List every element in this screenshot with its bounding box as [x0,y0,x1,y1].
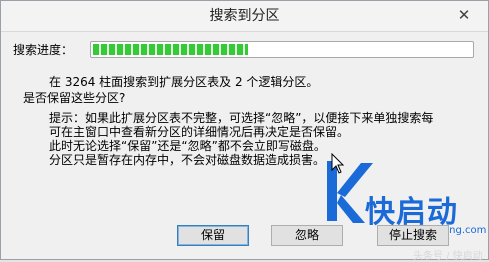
ignore-button[interactable]: 忽略 [271,225,343,246]
message-question: 是否保留这些分区? [23,91,126,105]
mouse-cursor-icon [331,153,345,174]
close-icon[interactable]: ✕ [450,6,478,25]
tip-line: 提示：如果此扩展分区表不完整，可选择“忽略”，以便接下来单独搜索每 [49,111,434,125]
title-bar: 搜索到分区 ✕ [1,1,488,32]
stop-search-button[interactable]: 停止搜索 [377,225,449,246]
tip-line: 可在主窗口中查看新分区的详细情况后再决定是否保留。 [49,125,350,139]
progress-fill [93,44,248,55]
progress-label: 搜索进度： [13,43,74,57]
dialog-window: 搜索到分区 ✕ 搜索进度： 在 3264 柱面搜索到扩展分区表及 2 个逻辑分区… [0,0,489,262]
dialog-title: 搜索到分区 [209,8,280,24]
search-progress-bar [90,41,474,58]
keep-button[interactable]: 保留 [177,225,249,246]
message-found: 在 3264 柱面搜索到扩展分区表及 2 个逻辑分区。 [49,75,319,89]
